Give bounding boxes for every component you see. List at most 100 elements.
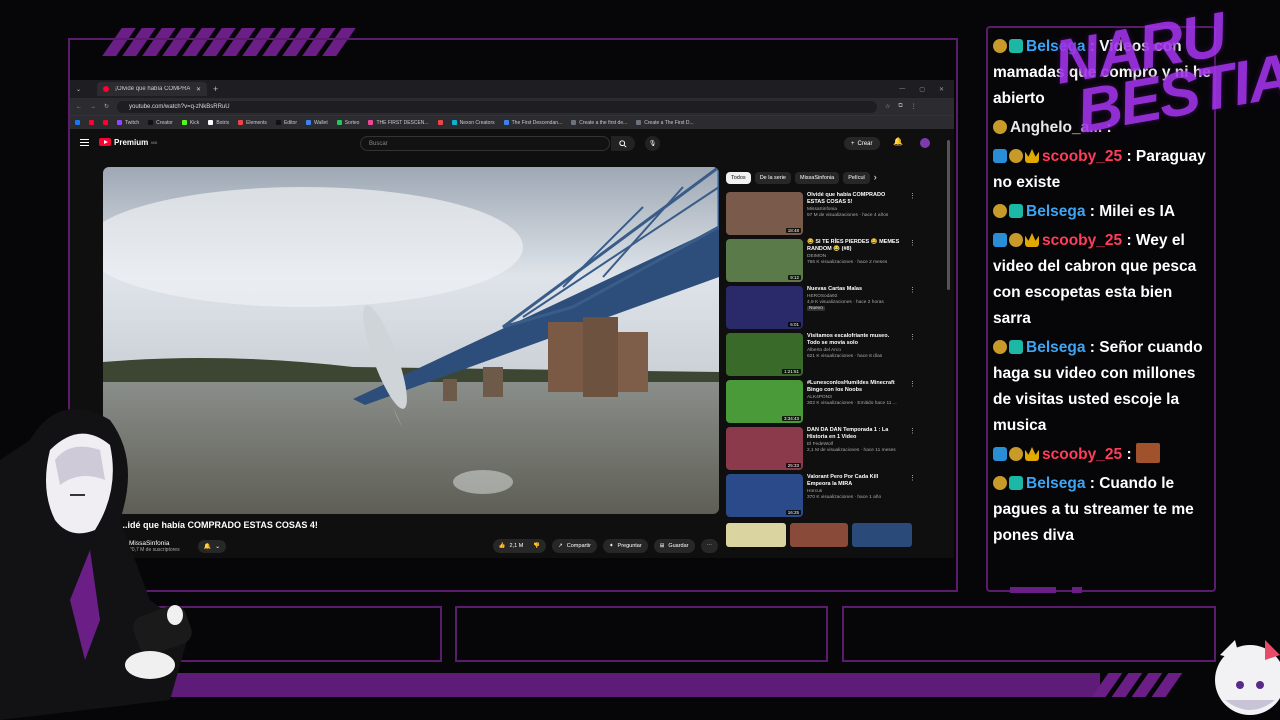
forward-icon[interactable]: → [90, 104, 96, 110]
search-input[interactable]: Buscar [360, 136, 610, 151]
search-button[interactable] [611, 136, 635, 151]
bookmark-item[interactable]: Nexon Creators [451, 120, 495, 126]
mod-badge-icon [993, 120, 1007, 134]
chips-next-icon[interactable]: › [874, 172, 877, 184]
extensions-icon[interactable]: ⧉ [898, 103, 902, 110]
youtube-logo[interactable]: Premium MX [99, 138, 157, 147]
recommendation-item[interactable]: 25:33 DAN DA DAN Temporada 1 : La Histori… [726, 427, 916, 474]
more-actions-button[interactable]: ⋯ [700, 539, 718, 553]
more-icon: ⋯ [706, 543, 713, 549]
filter-chip[interactable]: Películ [843, 172, 870, 184]
filter-chip[interactable]: Todos [726, 172, 751, 184]
recommendation-item[interactable]: 3:34:43 #LunesconlosHumildes Minecraft Bi… [726, 380, 916, 427]
bookmark-item[interactable]: Kick [181, 120, 199, 126]
recommendation-channel[interactable]: DEIMON [807, 254, 903, 259]
recommendation-item[interactable]: 16:25 Valorant Pero Por Cada Kill Empeora… [726, 474, 916, 521]
recommendation-meta: 766 K visualizaciones · hace 2 meses [807, 259, 888, 265]
recommendation-menu-icon[interactable]: ⋮ [909, 333, 916, 380]
filter-chip[interactable]: MissaSinfonia [794, 172, 840, 184]
recommendation-channel[interactable]: ALK4PON3 [807, 395, 903, 400]
recommendation-title[interactable]: #LunesconlosHumildes Minecraft Bingo con… [807, 380, 903, 394]
recommendation-item[interactable]: 6:01 Nuevas Cartas Malas HEROSoda92 4,9 K v… [726, 286, 916, 333]
url-field[interactable]: youtube.com/watch?v=q-zNkBsRRuU [117, 100, 878, 113]
filter-chip[interactable]: De la serie [754, 172, 791, 184]
video-thumbnail[interactable]: 6:01 [726, 286, 803, 329]
bookmark-item[interactable]: Create a the first de... [571, 120, 627, 126]
tab-list-icon[interactable]: ⌄ [76, 86, 81, 93]
recommendation-title[interactable]: Valorant Pero Por Cada Kill Empeora la M… [807, 474, 903, 488]
bookmark-item[interactable]: THE FIRST DESCEN... [368, 120, 429, 126]
bookmark-item[interactable]: Twitch [117, 120, 139, 126]
bookmark-item[interactable]: Sorteo [336, 120, 359, 126]
recommendation-channel[interactable]: HEROSoda92 [807, 294, 903, 299]
browser-tab[interactable]: ¡Olvidé que había COMPRADO ✕ [97, 82, 208, 96]
bookmark-item[interactable] [437, 120, 443, 125]
bookmark-item[interactable] [103, 120, 108, 125]
recommendation-info: DAN DA DAN Temporada 1 : La Historia en … [807, 427, 903, 474]
recommendation-menu-icon[interactable]: ⋮ [909, 474, 916, 521]
ask-button[interactable]: ✦ Preguntar [602, 539, 648, 553]
share-button[interactable]: ↗ Compartir [552, 539, 597, 553]
bookmark-item[interactable] [89, 120, 94, 125]
recommendation-channel[interactable]: MissaSinfonia [807, 207, 903, 212]
close-window-icon[interactable]: ✕ [939, 86, 944, 93]
bookmark-favicon-icon [503, 120, 509, 125]
chat-message: scooby_25 : [993, 442, 1211, 468]
bookmark-item[interactable] [75, 120, 80, 125]
voice-search-icon[interactable]: 🎙 [645, 136, 660, 151]
recommendation-menu-icon[interactable]: ⋮ [909, 380, 916, 427]
recommendation-item[interactable]: 1:21:51 Visitamos escalofriante museo. To… [726, 333, 916, 380]
video-thumbnail[interactable]: 16:25 [726, 474, 803, 517]
bookmark-favicon-icon [336, 120, 342, 125]
bookmark-item[interactable]: Botrix [208, 120, 229, 126]
recommendation-menu-icon[interactable]: ⋮ [909, 427, 916, 474]
save-button[interactable]: ⊞ Guardar [653, 539, 695, 553]
page-scrollbar[interactable] [947, 140, 950, 290]
account-avatar[interactable] [920, 138, 930, 148]
hamburger-menu-icon[interactable] [80, 138, 89, 146]
like-button[interactable]: 👍 2,1 M 👎 [492, 539, 547, 553]
recommendation-channel[interactable]: El FedeWolf [807, 442, 903, 447]
bookmark-item[interactable]: Editor [275, 120, 297, 126]
thumbs-down-icon[interactable]: 👎 [533, 543, 540, 549]
recommendation-title[interactable]: Nuevas Cartas Malas [807, 286, 903, 293]
video-thumbnail[interactable]: 9:12 [726, 239, 803, 282]
bookmark-star-icon[interactable]: ☆ [885, 103, 890, 110]
back-icon[interactable]: ← [76, 104, 82, 110]
bottom-panel-center [455, 606, 828, 662]
video-duration: 1:21:51 [781, 369, 801, 374]
recommendation-menu-icon[interactable]: ⋮ [909, 192, 916, 239]
bookmark-favicon-icon [238, 120, 244, 125]
bookmark-item[interactable]: The First Descendan... [503, 120, 562, 126]
recommendation-item[interactable]: 18:48 Olvidé que había COMPRADO ESTAS COS… [726, 192, 916, 239]
recommendation-title[interactable]: Olvidé que había COMPRADO ESTAS COSAS 5! [807, 192, 903, 206]
video-thumbnail[interactable]: 18:48 [726, 192, 803, 235]
minimize-icon[interactable]: — [899, 86, 905, 93]
bookmark-label: Elements [246, 119, 267, 126]
bookmark-item[interactable]: Wallet [306, 120, 328, 126]
recommendation-thumbnail-row-partial[interactable] [726, 523, 916, 547]
recommendation-item[interactable]: 9:12 😂 SI TE RÍES PIERDES 😂 MEMES RANDOM … [726, 239, 916, 286]
maximize-icon[interactable]: ▢ [919, 86, 925, 93]
recommendation-title[interactable]: Visitamos escalofriante museo. Todo se m… [807, 333, 903, 347]
browser-menu-icon[interactable]: ⋮ [911, 103, 917, 110]
video-thumbnail[interactable]: 25:33 [726, 427, 803, 470]
bookmark-item[interactable]: Create a The First D... [636, 120, 694, 126]
recommendation-menu-icon[interactable]: ⋮ [909, 286, 916, 333]
recommendation-menu-icon[interactable]: ⋮ [909, 239, 916, 286]
recommendation-channel[interactable]: Horcus [807, 489, 903, 494]
close-tab-icon[interactable]: ✕ [196, 86, 201, 93]
bookmark-item[interactable]: Creator [148, 120, 173, 126]
bookmark-item[interactable]: Elements [238, 120, 267, 126]
create-button[interactable]: + Crear [844, 137, 880, 150]
recommendation-title[interactable]: DAN DA DAN Temporada 1 : La Historia en … [807, 427, 903, 441]
new-tab-icon[interactable]: + [213, 84, 218, 94]
video-thumbnail[interactable]: 3:34:43 [726, 380, 803, 423]
recommendation-channel[interactable]: Alberto del Arco [807, 348, 903, 353]
notifications-bell-icon[interactable]: 🔔 [893, 137, 903, 146]
create-label: Crear [857, 140, 873, 147]
reload-icon[interactable]: ↻ [104, 103, 109, 110]
video-thumbnail[interactable]: 1:21:51 [726, 333, 803, 376]
recommendation-title[interactable]: 😂 SI TE RÍES PIERDES 😂 MEMES RANDOM 😂 (#… [807, 239, 903, 253]
window-controls: — ▢ ✕ [899, 86, 954, 93]
